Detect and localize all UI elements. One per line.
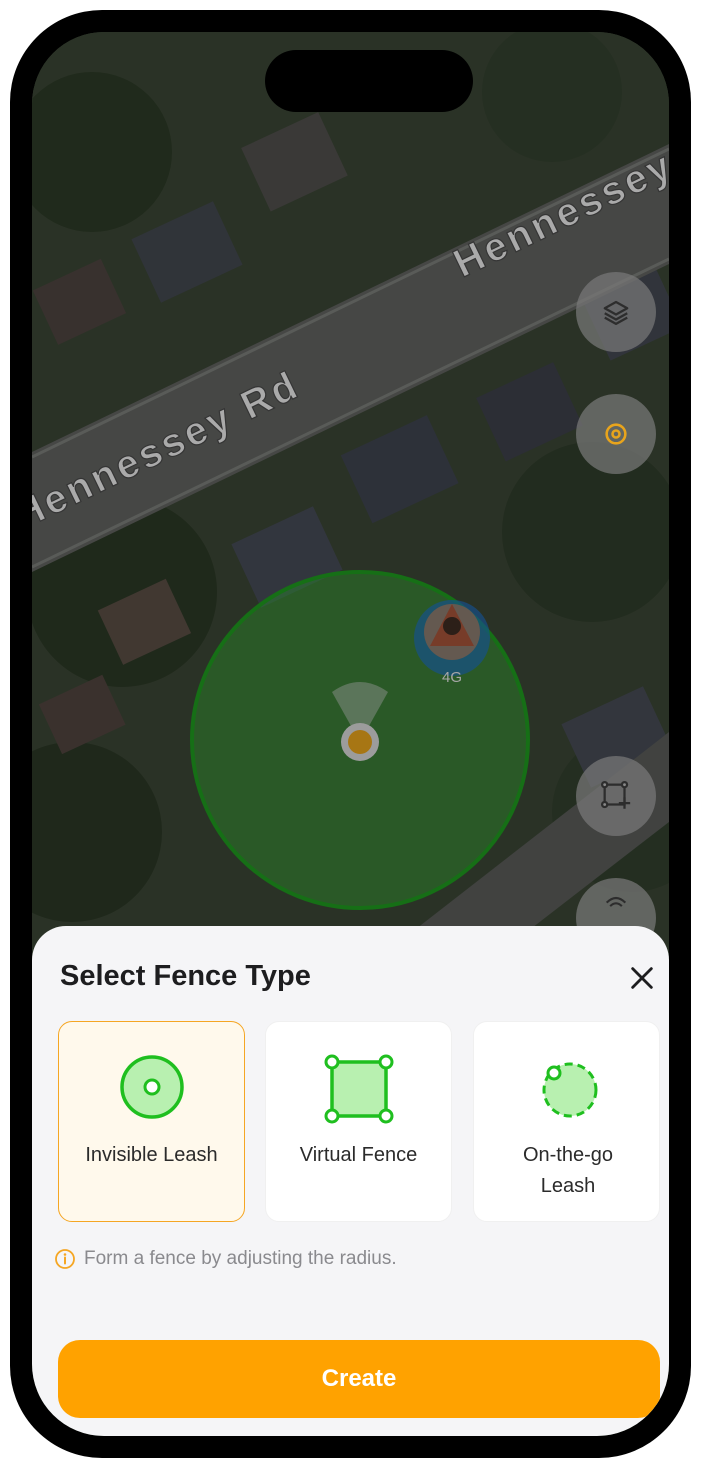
fence-type-sheet: Select Fence Type Invisible Leash Virtua… [32,926,669,1436]
virtual-fence-icon [324,1054,394,1124]
draw-fence-icon [599,779,633,813]
fence-option-label: Invisible Leash [85,1144,218,1166]
phone-frame: Hennessey Rd Hennessey R 4G [10,10,691,1458]
signal-icon [602,891,630,919]
hint-text: Form a fence by adjusting the radius. [84,1248,397,1269]
fence-option-label: Virtual Fence [299,1144,418,1166]
invisible-leash-icon [119,1054,185,1124]
draw-fence-button[interactable] [576,756,656,836]
on-the-go-leash-icon [534,1054,600,1124]
dynamic-island [265,50,473,112]
fence-type-options: Invisible Leash Virtual Fence On-the-go … [58,1021,660,1224]
info-icon [54,1248,76,1270]
sheet-title: Select Fence Type [60,960,311,992]
layers-button[interactable] [576,272,656,352]
fence-hint: Form a fence by adjusting the radius. [54,1248,397,1270]
close-icon [628,964,656,997]
screen: Hennessey Rd Hennessey R 4G [32,32,669,1436]
fence-option-invisible-leash[interactable]: Invisible Leash [58,1021,245,1222]
fence-option-on-the-go-leash[interactable]: On-the-go Leash [473,1021,660,1222]
close-button[interactable] [624,962,660,998]
layers-icon [601,297,631,327]
fence-option-label: On-the-go Leash [522,1144,614,1197]
locate-button[interactable] [576,394,656,474]
fence-option-virtual-fence[interactable]: Virtual Fence [265,1021,452,1222]
locate-icon [602,420,630,448]
create-button[interactable]: Create [58,1340,660,1418]
